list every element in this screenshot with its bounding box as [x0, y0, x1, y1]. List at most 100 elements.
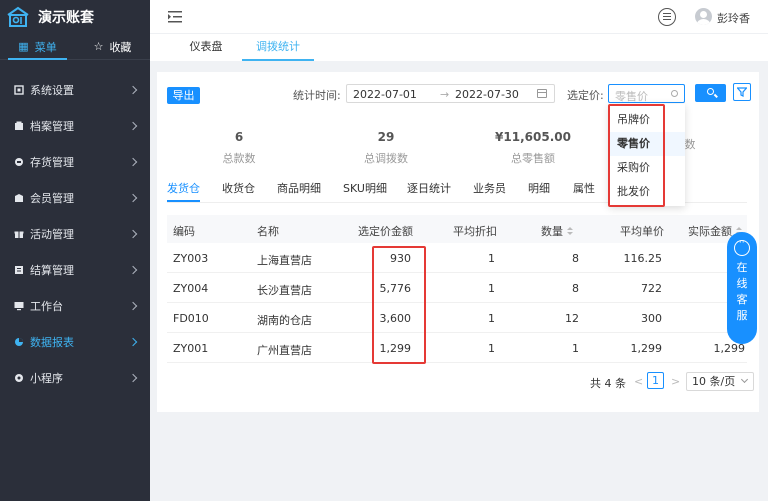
chevron-right-icon: [128, 229, 138, 239]
subtab-ship-warehouse[interactable]: 发货仓: [167, 180, 200, 202]
cell-avg-price: 116.25: [623, 252, 663, 265]
dropdown-option-retail-price[interactable]: 零售价: [609, 132, 685, 156]
stat-label: 总零售额: [511, 152, 555, 165]
stat-label: 总调拨数: [364, 152, 408, 165]
search-button[interactable]: [695, 84, 726, 102]
cell-selected-amount: 3,600: [379, 312, 412, 325]
sidebar-item-label: 系统设置: [30, 84, 74, 97]
cell-code: ZY004: [173, 282, 209, 295]
sidebar-item-archive[interactable]: 档案管理: [0, 108, 150, 144]
date-range-picker[interactable]: 2022-07-01 → 2022-07-30: [346, 84, 555, 103]
username[interactable]: 彭玲香: [717, 10, 750, 26]
member-icon: [15, 194, 23, 202]
sidebar-item-settlement[interactable]: 结算管理: [0, 252, 150, 288]
sidebar-item-label: 档案管理: [30, 120, 74, 133]
table-row[interactable]: ZY004 长沙直营店 5,776 1 8 722 5: [167, 273, 747, 303]
hamburger-menu-icon[interactable]: [658, 8, 676, 26]
export-button[interactable]: 导出: [167, 87, 200, 104]
page-size-select[interactable]: 10 条/页: [686, 372, 754, 391]
table-row[interactable]: FD010 湖南的仓店 3,600 1 12 300 3: [167, 303, 747, 333]
subtab-salesperson[interactable]: 业务员: [473, 180, 506, 196]
chevron-right-icon: [128, 157, 138, 167]
collapse-menu-icon[interactable]: [168, 11, 182, 23]
sidebar-menu: 系统设置 档案管理 存货管理 会员管理 活动管理 结算管理 工作台 数据报表 小…: [0, 72, 150, 396]
time-label: 统计时间:: [293, 89, 341, 102]
sidebar-item-label: 会员管理: [30, 192, 74, 205]
subtab-product-detail[interactable]: 商品明细: [277, 180, 321, 196]
col-avg-discount[interactable]: 平均折扣: [453, 223, 497, 239]
search-icon: [671, 90, 678, 97]
sidebar-item-members[interactable]: 会员管理: [0, 180, 150, 216]
sidebar-item-workbench[interactable]: 工作台: [0, 288, 150, 324]
subtab-sku-detail[interactable]: SKU明细: [343, 180, 387, 196]
cell-code: ZY001: [173, 342, 209, 355]
cell-avg-discount: 1: [488, 282, 495, 295]
cell-selected-amount: 930: [390, 252, 411, 265]
settings-icon: [14, 85, 24, 95]
pagination-page-1[interactable]: 1: [647, 372, 664, 389]
cell-code: ZY003: [173, 252, 209, 265]
stat-value: 6: [234, 130, 244, 144]
col-code[interactable]: 编码: [173, 223, 195, 239]
filter-button[interactable]: [733, 83, 751, 101]
cell-quantity: 8: [572, 282, 579, 295]
cell-actual-amount: 1,299: [713, 342, 746, 355]
chevron-right-icon: [128, 85, 138, 95]
cell-quantity: 12: [565, 312, 579, 325]
stat-total-retail: ¥11,605.00 总零售额: [478, 130, 588, 166]
col-name[interactable]: 名称: [257, 223, 279, 239]
price-label: 选定价:: [567, 89, 604, 102]
dropdown-option-purchase-price[interactable]: 采购价: [609, 156, 685, 180]
table-header: 编码 名称 选定价金额 平均折扣 数量 平均单价 实际金额: [167, 215, 747, 243]
sidebar-item-reports[interactable]: 数据报表: [0, 324, 150, 360]
chevron-right-icon: [128, 301, 138, 311]
pagination-next[interactable]: >: [671, 375, 680, 388]
subtab-attributes[interactable]: 属性: [573, 180, 595, 196]
cell-code: FD010: [173, 312, 209, 325]
date-start[interactable]: 2022-07-01: [353, 88, 417, 101]
stat-total-styles: 6 总款数: [184, 130, 294, 166]
sidebar-item-inventory[interactable]: 存货管理: [0, 144, 150, 180]
tab-dashboard[interactable]: 仪表盘: [170, 34, 242, 61]
avatar[interactable]: [695, 8, 712, 25]
pagination-prev[interactable]: <: [634, 375, 643, 388]
col-avg-price[interactable]: 平均单价: [620, 223, 664, 239]
chat-bubble-icon: [734, 238, 750, 256]
subtab-daily-stats[interactable]: 逐日统计: [407, 180, 451, 196]
subtab-receive-warehouse[interactable]: 收货仓: [222, 180, 255, 196]
dropdown-option-wholesale-price[interactable]: 批发价: [609, 180, 685, 204]
date-arrow: →: [440, 88, 450, 101]
sidebar-item-miniapp[interactable]: 小程序: [0, 360, 150, 396]
price-select-placeholder: 零售价: [615, 90, 648, 103]
calendar-icon: [537, 89, 547, 98]
sidebar-tab-menu[interactable]: ▦ 菜单: [0, 34, 75, 60]
sort-icon[interactable]: [567, 227, 573, 236]
sidebar-item-activities[interactable]: 活动管理: [0, 216, 150, 252]
col-quantity[interactable]: 数量: [541, 223, 573, 239]
table-row[interactable]: ZY003 上海直营店 930 1 8 116.25: [167, 243, 747, 273]
star-icon: ☆: [93, 40, 104, 53]
col-selected-amount[interactable]: 选定价金额: [358, 223, 413, 239]
subtab-detail[interactable]: 明细: [528, 180, 550, 196]
tab-transfer-stats[interactable]: 调拨统计: [242, 34, 314, 61]
report-icon: [15, 338, 23, 346]
brand: 演示账套: [0, 0, 150, 34]
col-actual-amount-label: 实际金额: [688, 225, 732, 238]
sidebar-item-label: 活动管理: [30, 228, 74, 241]
table-row[interactable]: ZY001 广州直营店 1,299 1 1 1,299 1,299: [167, 333, 747, 363]
sidebar-item-system-settings[interactable]: 系统设置: [0, 72, 150, 108]
stat-label: 总款数: [222, 152, 256, 165]
sidebar-tab-label: 菜单: [34, 40, 57, 54]
cell-selected-amount: 1,299: [379, 342, 412, 355]
date-end[interactable]: 2022-07-30: [455, 88, 519, 101]
cell-avg-discount: 1: [488, 252, 495, 265]
col-quantity-label: 数量: [541, 225, 563, 238]
online-service-button[interactable]: 在线客服: [727, 232, 757, 344]
top-header: 彭玲香: [150, 0, 768, 34]
cell-avg-price: 300: [641, 312, 662, 325]
sidebar-tabs: ▦ 菜单 ☆ 收藏: [0, 34, 150, 60]
dropdown-option-tag-price[interactable]: 吊牌价: [609, 108, 685, 132]
sidebar-tab-favorites[interactable]: ☆ 收藏: [75, 34, 150, 59]
inventory-icon: [15, 158, 23, 166]
price-select[interactable]: 零售价: [608, 84, 685, 103]
